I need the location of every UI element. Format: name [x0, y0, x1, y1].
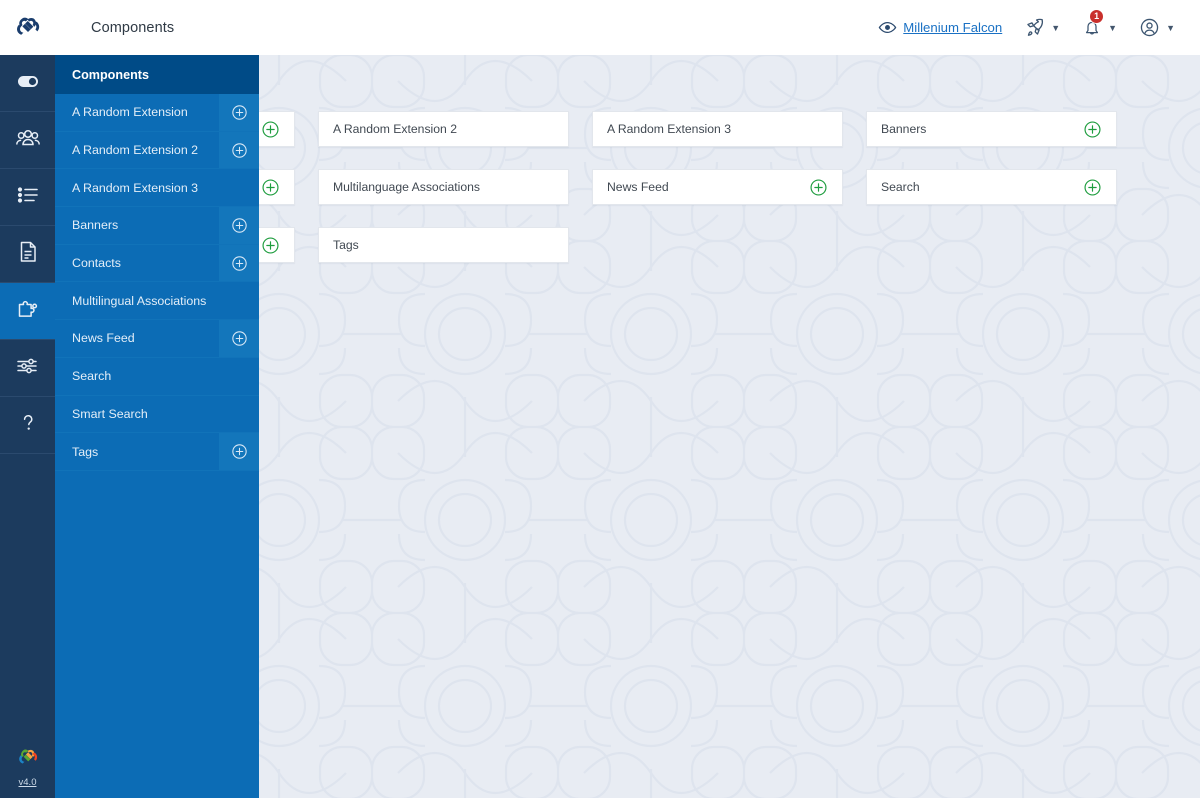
version-label: v4.0 [18, 777, 37, 788]
help-icon [15, 410, 41, 441]
component-card-label: Tags [333, 238, 359, 252]
sidebar-item-tags[interactable]: Tags [55, 433, 259, 471]
chevron-down-icon: ▼ [1051, 23, 1061, 33]
content-document-icon [15, 239, 41, 270]
top-header-bar: Components Millenium Falcon ▼ 1 ▼ ▼ [0, 0, 1200, 55]
dashboard-toggle-icon [15, 68, 41, 99]
component-card-label: Banners [881, 122, 927, 136]
chevron-down-icon: ▼ [1108, 23, 1118, 33]
notifications-button[interactable]: 1 ▼ [1071, 0, 1128, 55]
sidebar-item-a-random-extension-2[interactable]: A Random Extension 2 [55, 131, 259, 170]
rail-item-components[interactable] [0, 283, 55, 340]
page-title: Components [91, 19, 175, 36]
eye-icon [878, 18, 897, 37]
sidebar-item-spacer [219, 396, 259, 433]
rail-item-system[interactable] [0, 340, 55, 397]
sidebar-heading: Components [55, 55, 259, 94]
system-sliders-icon [15, 353, 41, 384]
sidebar-item-spacer [219, 169, 259, 206]
primary-icon-rail: v4.0 [0, 55, 55, 798]
sidebar-item-label: A Random Extension 3 [72, 180, 199, 195]
chevron-down-icon: ▼ [1166, 23, 1175, 33]
joomla-logo-icon[interactable] [0, 0, 55, 55]
rail-item-help[interactable] [0, 397, 55, 454]
component-card-label: Multilanguage Associations [333, 180, 481, 194]
component-card-label: News Feed [607, 180, 669, 194]
sidebar-item-news-feed[interactable]: News Feed [55, 320, 259, 358]
menu-list-icon [15, 182, 41, 213]
sidebar-item-label: Smart Search [72, 406, 148, 421]
plus-circle-icon[interactable] [261, 178, 280, 197]
plus-circle-icon[interactable] [219, 131, 259, 169]
plus-circle-icon[interactable] [219, 207, 259, 244]
sidebar-item-a-random-extension-3[interactable]: A Random Extension 3 [55, 169, 259, 208]
sidebar-item-label: A Random Extension [72, 105, 188, 120]
sidebar-item-label: News Feed [72, 331, 135, 346]
rail-item-menus[interactable] [0, 169, 55, 226]
user-menu-button[interactable]: ▼ [1128, 0, 1186, 55]
notification-count-badge: 1 [1089, 8, 1105, 24]
joomla-color-logo-icon [15, 745, 41, 776]
component-card-label: A Random Extension 2 [333, 122, 457, 136]
component-card-label: Search [881, 180, 920, 194]
user-circle-icon [1139, 17, 1160, 38]
component-card[interactable]: A Random Extension 3 [592, 111, 843, 147]
sidebar-item-spacer [219, 358, 259, 395]
sidebar-item-label: Tags [72, 444, 99, 459]
sidebar-item-search[interactable]: Search [55, 357, 259, 396]
plus-circle-icon[interactable] [219, 433, 259, 470]
plus-circle-icon[interactable] [1083, 120, 1102, 139]
plus-circle-icon[interactable] [261, 120, 280, 139]
component-card[interactable]: News Feed [592, 169, 843, 205]
component-card-label: A Random Extension 3 [607, 122, 731, 136]
version-badge[interactable]: v4.0 [0, 735, 55, 798]
component-card[interactable]: Multilanguage Associations [318, 169, 569, 205]
plus-circle-icon[interactable] [219, 244, 259, 282]
plus-circle-icon[interactable] [219, 320, 259, 357]
component-card[interactable]: Tags [318, 227, 569, 263]
rail-item-dashboard[interactable] [0, 55, 55, 112]
bell-icon: 1 [1082, 8, 1105, 38]
site-name-link[interactable]: Millenium Falcon [903, 20, 1002, 35]
sidebar-item-contacts[interactable]: Contacts [55, 244, 259, 283]
sidebar-item-label: Multilingual Associations [72, 293, 207, 308]
component-card[interactable]: Banners [866, 111, 1117, 147]
component-card[interactable]: Search [866, 169, 1117, 205]
launch-menu-button[interactable]: ▼ [1013, 0, 1071, 55]
plus-circle-icon[interactable] [261, 236, 280, 255]
sidebar-item-multilingual-associations[interactable]: Multilingual Associations [55, 282, 259, 321]
components-sidebar: Components A Random Extension A Random Ex… [55, 55, 259, 798]
sidebar-item-list: A Random Extension A Random Extension 2 A … [55, 94, 259, 471]
rocket-icon [1024, 17, 1045, 38]
sidebar-item-label: Contacts [72, 256, 121, 271]
rail-item-content[interactable] [0, 226, 55, 283]
sidebar-item-smart-search[interactable]: Smart Search [55, 395, 259, 434]
plus-circle-icon[interactable] [809, 178, 828, 197]
plus-circle-icon[interactable] [219, 94, 259, 131]
sidebar-item-label: A Random Extension 2 [72, 143, 199, 158]
rail-item-users[interactable] [0, 112, 55, 169]
site-preview-link[interactable]: Millenium Falcon [867, 0, 1013, 55]
users-icon [15, 125, 41, 156]
sidebar-item-label: Banners [72, 218, 119, 233]
plus-circle-icon[interactable] [1083, 178, 1102, 197]
component-card[interactable]: A Random Extension 2 [318, 111, 569, 147]
components-puzzle-icon [15, 296, 41, 327]
sidebar-item-a-random-extension[interactable]: A Random Extension [55, 94, 259, 132]
sidebar-item-spacer [219, 282, 259, 319]
sidebar-item-banners[interactable]: Banners [55, 207, 259, 245]
header-actions: Millenium Falcon ▼ 1 ▼ ▼ [867, 0, 1200, 55]
sidebar-item-label: Search [72, 369, 112, 384]
